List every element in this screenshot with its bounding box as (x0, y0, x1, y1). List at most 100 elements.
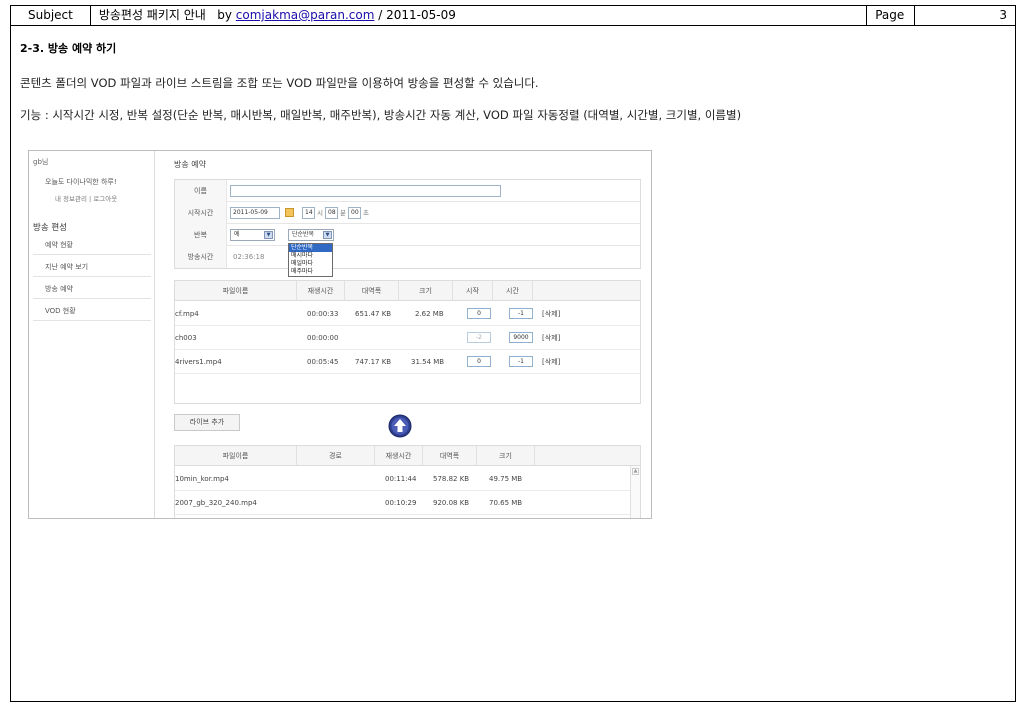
row-size: 31.54 MB (411, 358, 445, 366)
col-filename: 파일이름 (175, 446, 297, 466)
add-live-button[interactable]: 라이브 추가 (174, 414, 240, 431)
subject-label: Subject (11, 6, 91, 25)
row-playtime: 00:00:00 (307, 334, 339, 342)
row-filename: 4rivers1.mp4 (175, 358, 222, 366)
repeat-select-value: 예 (234, 231, 240, 238)
repeat-select[interactable]: 예 ▼ (230, 229, 275, 241)
start-input[interactable]: 0 (467, 308, 491, 319)
document-header: Subject 방송편성 패키지 안내 by comjakma@paran.co… (10, 5, 1016, 26)
duration-input[interactable]: 9000 (509, 332, 533, 343)
email-link[interactable]: comjakma@paran.com (236, 8, 375, 22)
repeat-type-select[interactable]: 단순반복 ▼ (288, 229, 334, 241)
hour-input[interactable]: 14 (302, 207, 315, 219)
repeat-option[interactable]: 단순반복 (289, 244, 332, 252)
col-start: 시작 (453, 281, 493, 301)
user-name: gb님 (33, 158, 49, 166)
vod-table-scrollbar[interactable]: ▲ (630, 466, 640, 518)
sidebar-item-reservations[interactable]: 예약 현황 (33, 235, 151, 255)
row-filename: 10min_kor.mp4 (175, 475, 229, 483)
chevron-down-icon: ▼ (264, 231, 273, 239)
form-row-duration: 방송시간 02:36:18 (175, 246, 640, 268)
table-row: ch003 00:00:00 -2 9000 [삭제] (175, 326, 640, 350)
screenshot-sidebar: gb님 오늘도 다이나믹한 하루! 내 정보관리 | 로그아웃 방송 편성 예약… (29, 151, 155, 518)
duration-input[interactable]: -1 (509, 356, 533, 367)
sidebar-item-past-reservations[interactable]: 지난 예약 보기 (33, 257, 151, 277)
col-playtime: 재생시간 (297, 281, 345, 301)
row-bitrate: 578.82 KB (433, 475, 470, 483)
row-filename: ch003 (175, 334, 197, 342)
page-label: Page (867, 6, 916, 25)
form-row-repeat: 반복 예 ▼ 단순반복 ▼ (175, 224, 640, 246)
start-input[interactable]: 0 (467, 356, 491, 367)
row-size: 2.62 MB (415, 310, 444, 318)
row-size: 70.65 MB (489, 499, 523, 507)
repeat-type-select-value: 단순반복 (292, 231, 315, 238)
start-date-input[interactable]: 2011-05-09 (230, 207, 280, 219)
duration-value: 02:36:18 (233, 253, 265, 261)
row-bitrate: 651.47 KB (355, 310, 392, 318)
vod-table-header: 파일이름 경로 재생시간 대역폭 크기 (175, 446, 640, 466)
vod-file-table: 파일이름 경로 재생시간 대역폭 크기 10min_kor.mp4 00:11:… (174, 445, 641, 518)
page-number: 3 (999, 8, 1007, 22)
table-row[interactable]: 2007_gb_320_240.mp4 00:10:29 920.08 KB 7… (175, 491, 640, 515)
calendar-icon[interactable] (285, 208, 294, 217)
section-description: 콘텐츠 폴더의 VOD 파일과 라이브 스트림을 조합 또는 VOD 파일만을 … (20, 76, 539, 90)
minute-input[interactable]: 08 (325, 207, 338, 219)
hour-unit: 시 (317, 209, 323, 217)
col-size: 크기 (477, 446, 535, 466)
col-time: 시간 (493, 281, 533, 301)
sidebar-item-broadcast-reservation[interactable]: 방송 예약 (33, 279, 151, 299)
row-playtime: 00:00:33 (307, 310, 339, 318)
user-links[interactable]: 내 정보관리 | 로그아웃 (55, 193, 117, 203)
table-row: cf.mp4 00:00:33 651.47 KB 2.62 MB 0 -1 [… (175, 302, 640, 326)
chevron-down-icon: ▼ (323, 231, 332, 239)
table-row[interactable]: 10min_kor.mp4 00:11:44 578.82 KB 49.75 M… (175, 467, 640, 491)
schedule-table-header: 파일이름 재생시간 대역폭 크기 시작 시간 (175, 281, 640, 301)
name-input[interactable] (230, 185, 501, 197)
reservation-form: 이름 시작시간 2011-05-09 14 시 08 분 00 초 반복 예 ▼ (174, 179, 641, 269)
arrow-up-icon[interactable] (388, 414, 412, 438)
schedule-table: 파일이름 재생시간 대역폭 크기 시작 시간 cf.mp4 00:00:33 6… (174, 280, 641, 404)
row-playtime: 00:10:29 (385, 499, 417, 507)
repeat-option[interactable]: 매일마다 (289, 260, 332, 268)
embedded-screenshot: gb님 오늘도 다이나믹한 하루! 내 정보관리 | 로그아웃 방송 편성 예약… (28, 150, 652, 519)
repeat-option[interactable]: 매주마다 (289, 268, 332, 276)
document-title: 방송편성 패키지 안내 by comjakma@paran.com / 2011… (91, 6, 868, 25)
delete-link[interactable]: [삭제] (542, 350, 560, 374)
row-bitrate: 920.08 KB (433, 499, 470, 507)
table-row: 4rivers1.mp4 00:05:45 747.17 KB 31.54 MB… (175, 350, 640, 374)
col-filename: 파일이름 (175, 281, 297, 301)
row-filename: cf.mp4 (175, 310, 199, 318)
row-bitrate: 747.17 KB (355, 358, 392, 366)
second-input[interactable]: 00 (348, 207, 361, 219)
title-prefix: 방송편성 패키지 안내 by (98, 8, 236, 22)
screenshot-main: 방송 예약 이름 시작시간 2011-05-09 14 시 08 분 00 초 … (162, 151, 650, 518)
duration-input[interactable]: -1 (509, 308, 533, 319)
title-suffix: / 2011-05-09 (374, 8, 456, 22)
col-path: 경로 (297, 446, 375, 466)
repeat-label: 반복 (175, 224, 227, 246)
sidebar-item-vod-status[interactable]: VOD 현황 (33, 301, 151, 321)
section-features: 기능 : 시작시간 시정, 반복 설정(단순 반복, 매시반복, 매일반복, 매… (20, 108, 742, 122)
form-row-start: 시작시간 2011-05-09 14 시 08 분 00 초 (175, 202, 640, 224)
scroll-up-icon[interactable]: ▲ (632, 468, 639, 475)
row-playtime: 00:11:44 (385, 475, 417, 483)
second-unit: 초 (363, 209, 369, 217)
start-label: 시작시간 (175, 202, 227, 224)
repeat-type-dropdown-list[interactable]: 단순반복 매시마다 매일마다 매주마다 (288, 243, 333, 277)
row-filename: 2007_gb_320_240.mp4 (175, 499, 257, 507)
minute-unit: 분 (340, 209, 346, 217)
col-playtime: 재생시간 (375, 446, 423, 466)
main-title: 방송 예약 (174, 160, 206, 169)
repeat-option[interactable]: 매시마다 (289, 252, 332, 260)
col-bitrate: 대역폭 (345, 281, 399, 301)
start-input[interactable]: -2 (467, 332, 491, 343)
form-row-name: 이름 (175, 180, 640, 202)
col-size: 크기 (399, 281, 453, 301)
delete-link[interactable]: [삭제] (542, 302, 560, 326)
delete-link[interactable]: [삭제] (542, 326, 560, 350)
row-playtime: 00:05:45 (307, 358, 339, 366)
sidebar-heading: 방송 편성 (33, 223, 67, 233)
section-title: 2-3. 방송 예약 하기 (20, 42, 117, 55)
col-bitrate: 대역폭 (423, 446, 477, 466)
